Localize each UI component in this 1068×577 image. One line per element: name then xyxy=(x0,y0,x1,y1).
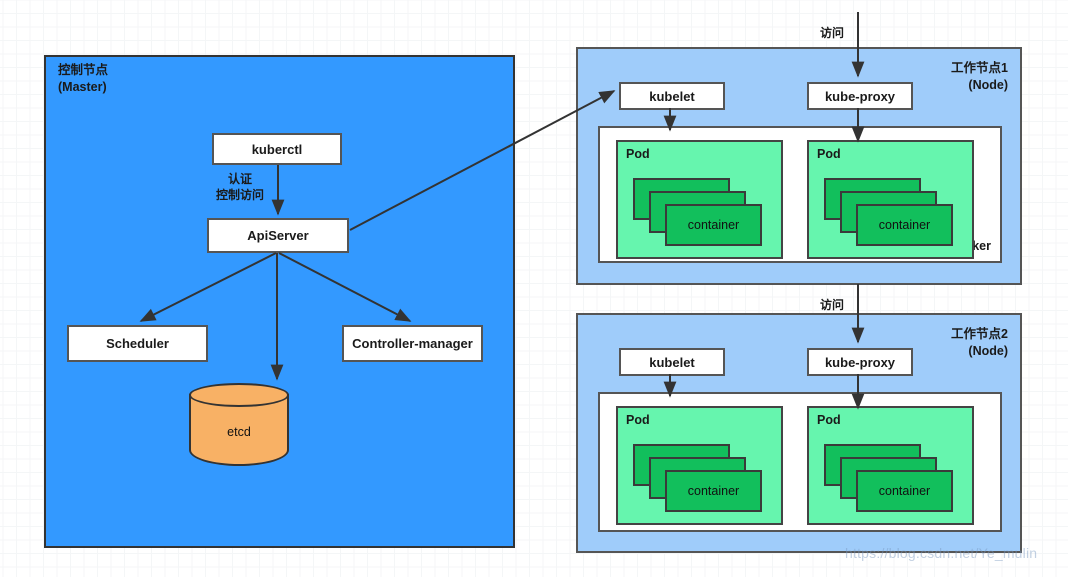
etcd-cylinder-top xyxy=(189,383,289,407)
pod-box[interactable]: Pod container xyxy=(807,406,974,525)
controller-manager-box[interactable]: Controller-manager xyxy=(342,325,483,362)
scheduler-box[interactable]: Scheduler xyxy=(67,325,208,362)
etcd-label: etcd xyxy=(227,425,251,439)
pod-label: Pod xyxy=(626,147,650,161)
kubelet-box-node2[interactable]: kubelet xyxy=(619,348,725,376)
container-layer-front[interactable]: container xyxy=(856,470,953,512)
worker-node-2-label: 工作节点2 (Node) xyxy=(951,327,1008,358)
worker-node-1-region: 工作节点1 (Node) kubelet kube-proxy Docker P… xyxy=(576,47,1022,285)
control-node-label: 控制节点 (Master) xyxy=(58,63,109,94)
kube-proxy-box-node2[interactable]: kube-proxy xyxy=(807,348,913,376)
container-label: container xyxy=(687,484,740,498)
pod-box[interactable]: Pod container xyxy=(807,140,974,259)
etcd-cylinder[interactable]: etcd xyxy=(189,383,289,466)
watermark-text: https://blog.csdn.net/Ye_mulin xyxy=(845,545,1038,561)
worker-node-1-label: 工作节点1 (Node) xyxy=(951,61,1008,92)
access-label-node1: 访问 xyxy=(820,26,845,40)
pod-label: Pod xyxy=(817,413,841,427)
kuberctl-box[interactable]: kuberctl xyxy=(212,133,342,165)
diagram-canvas: 控制节点 (Master) kuberctl 认证 控制访问 ApiServer… xyxy=(0,0,1068,577)
kube-proxy-box-node1[interactable]: kube-proxy xyxy=(807,82,913,110)
access-label-node2: 访问 xyxy=(820,298,845,312)
kubelet-box-node1[interactable]: kubelet xyxy=(619,82,725,110)
worker-node-2-region: 工作节点2 (Node) kubelet kube-proxy Pod cont… xyxy=(576,313,1022,553)
auth-access-control-label: 认证 控制访问 xyxy=(215,172,264,202)
container-label: container xyxy=(687,218,740,232)
docker-region-node1: Docker Pod container Pod container xyxy=(598,126,1002,263)
pod-box[interactable]: Pod container xyxy=(616,406,783,525)
control-node-master-region xyxy=(44,55,515,548)
container-layer-front[interactable]: container xyxy=(665,470,762,512)
container-layer-front[interactable]: container xyxy=(665,204,762,246)
apiserver-box[interactable]: ApiServer xyxy=(207,218,349,253)
container-label: container xyxy=(878,218,931,232)
container-layer-front[interactable]: container xyxy=(856,204,953,246)
container-label: container xyxy=(878,484,931,498)
pod-box[interactable]: Pod container xyxy=(616,140,783,259)
pod-label: Pod xyxy=(626,413,650,427)
docker-region-node2: Pod container Pod container xyxy=(598,392,1002,532)
pod-label: Pod xyxy=(817,147,841,161)
